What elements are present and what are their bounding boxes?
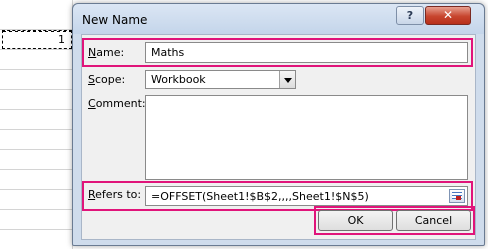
close-button[interactable]: ✕	[425, 6, 471, 25]
gridline	[0, 229, 80, 230]
new-name-dialog: New Name ? ✕ Name: Maths Scope: Workbook…	[72, 3, 485, 246]
scope-dropdown[interactable]: Workbook	[145, 70, 296, 89]
gridline	[0, 169, 80, 170]
gridline	[0, 69, 80, 70]
gridline	[0, 49, 80, 50]
dialog-title: New Name	[82, 13, 148, 27]
gridline	[0, 209, 80, 210]
gridline	[0, 129, 80, 130]
gridline	[0, 109, 80, 110]
help-button[interactable]: ?	[396, 6, 424, 25]
comment-label: Comment:	[88, 97, 146, 110]
scope-label: Scope:	[88, 73, 126, 86]
gridline	[0, 189, 80, 190]
gridline	[0, 89, 80, 90]
comment-textarea[interactable]	[145, 95, 468, 180]
name-highlight-box	[82, 38, 473, 67]
scope-value: Workbook	[151, 73, 206, 86]
cell-value: 1	[58, 33, 65, 46]
buttons-highlight-box	[314, 206, 475, 235]
dialog-body: Name: Maths Scope: Workbook Comment: Ref…	[81, 34, 476, 240]
gridline	[0, 149, 80, 150]
dropdown-arrow-icon[interactable]	[279, 71, 295, 88]
title-bar[interactable]: New Name ? ✕	[73, 4, 484, 34]
